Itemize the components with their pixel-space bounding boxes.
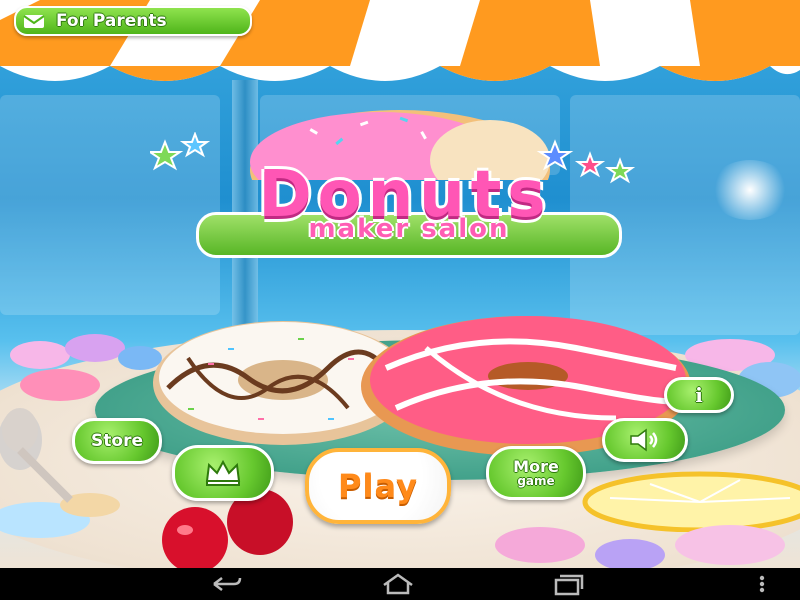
for-parents-button[interactable]: For Parents [14, 6, 252, 36]
back-arrow-icon[interactable] [206, 572, 246, 596]
crown-button[interactable] [172, 445, 274, 501]
info-button[interactable]: i [664, 377, 734, 413]
logo-subtitle: maker salon [308, 214, 510, 244]
game-label: game [517, 474, 555, 488]
sound-button[interactable] [602, 418, 688, 462]
more-games-button[interactable]: More game [486, 446, 586, 500]
play-label: Play [338, 467, 418, 505]
system-navigation-bar [0, 568, 800, 600]
store-button[interactable]: Store [72, 418, 162, 464]
home-icon[interactable] [378, 572, 418, 596]
spoon-art [2, 408, 73, 503]
envelope-icon [23, 15, 45, 28]
speaker-icon [630, 428, 658, 452]
store-label: Store [91, 430, 143, 451]
more-vert-icon[interactable] [752, 572, 772, 596]
info-icon: i [695, 383, 703, 407]
candy-pile-bottom [495, 525, 785, 568]
recent-apps-icon[interactable] [548, 572, 588, 596]
crown-icon [205, 459, 241, 486]
play-button[interactable]: Play [305, 448, 451, 524]
for-parents-label: For Parents [56, 11, 167, 31]
more-label: More [513, 457, 559, 476]
light-glow [710, 160, 790, 220]
